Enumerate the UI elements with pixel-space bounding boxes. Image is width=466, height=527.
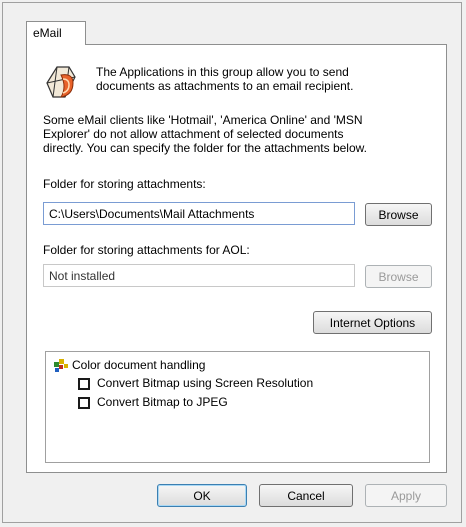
intro-line-1: The Applications in this group allow you… <box>96 65 349 79</box>
convert-screen-resolution-label[interactable]: Convert Bitmap using Screen Resolution <box>97 376 313 391</box>
aol-browse-button: Browse <box>365 265 432 288</box>
attachments-folder-field[interactable] <box>43 202 355 225</box>
color-group-title: Color document handling <box>72 358 206 372</box>
cancel-button[interactable]: Cancel <box>259 484 353 507</box>
email-application-icon <box>46 66 76 98</box>
apply-button: Apply <box>365 484 447 507</box>
color-document-group: Color document handling Convert Bitmap u… <box>45 351 430 463</box>
tab-email-label: eMail <box>33 26 62 40</box>
convert-screen-resolution-checkbox[interactable] <box>78 378 90 390</box>
convert-jpeg-checkbox[interactable] <box>78 397 90 409</box>
aol-folder-field <box>43 264 355 287</box>
attachments-folder-label: Folder for storing attachments: <box>43 177 206 191</box>
attachments-browse-button[interactable]: Browse <box>365 203 432 226</box>
intro-line-2: documents as attachments to an email rec… <box>96 79 354 93</box>
aol-folder-label: Folder for storing attachments for AOL: <box>43 243 250 257</box>
note-line-1: Some eMail clients like 'Hotmail', 'Amer… <box>43 113 363 127</box>
tab-email[interactable]: eMail <box>26 21 86 45</box>
note-line-2: Explorer' do not allow attachment of sel… <box>43 127 344 141</box>
internet-options-button[interactable]: Internet Options <box>313 311 432 334</box>
convert-jpeg-label[interactable]: Convert Bitmap to JPEG <box>97 395 228 410</box>
note-line-3: directly. You can specify the folder for… <box>43 141 367 155</box>
color-document-icon <box>54 359 68 372</box>
ok-button[interactable]: OK <box>157 484 247 507</box>
email-tab-panel: The Applications in this group allow you… <box>26 44 447 473</box>
